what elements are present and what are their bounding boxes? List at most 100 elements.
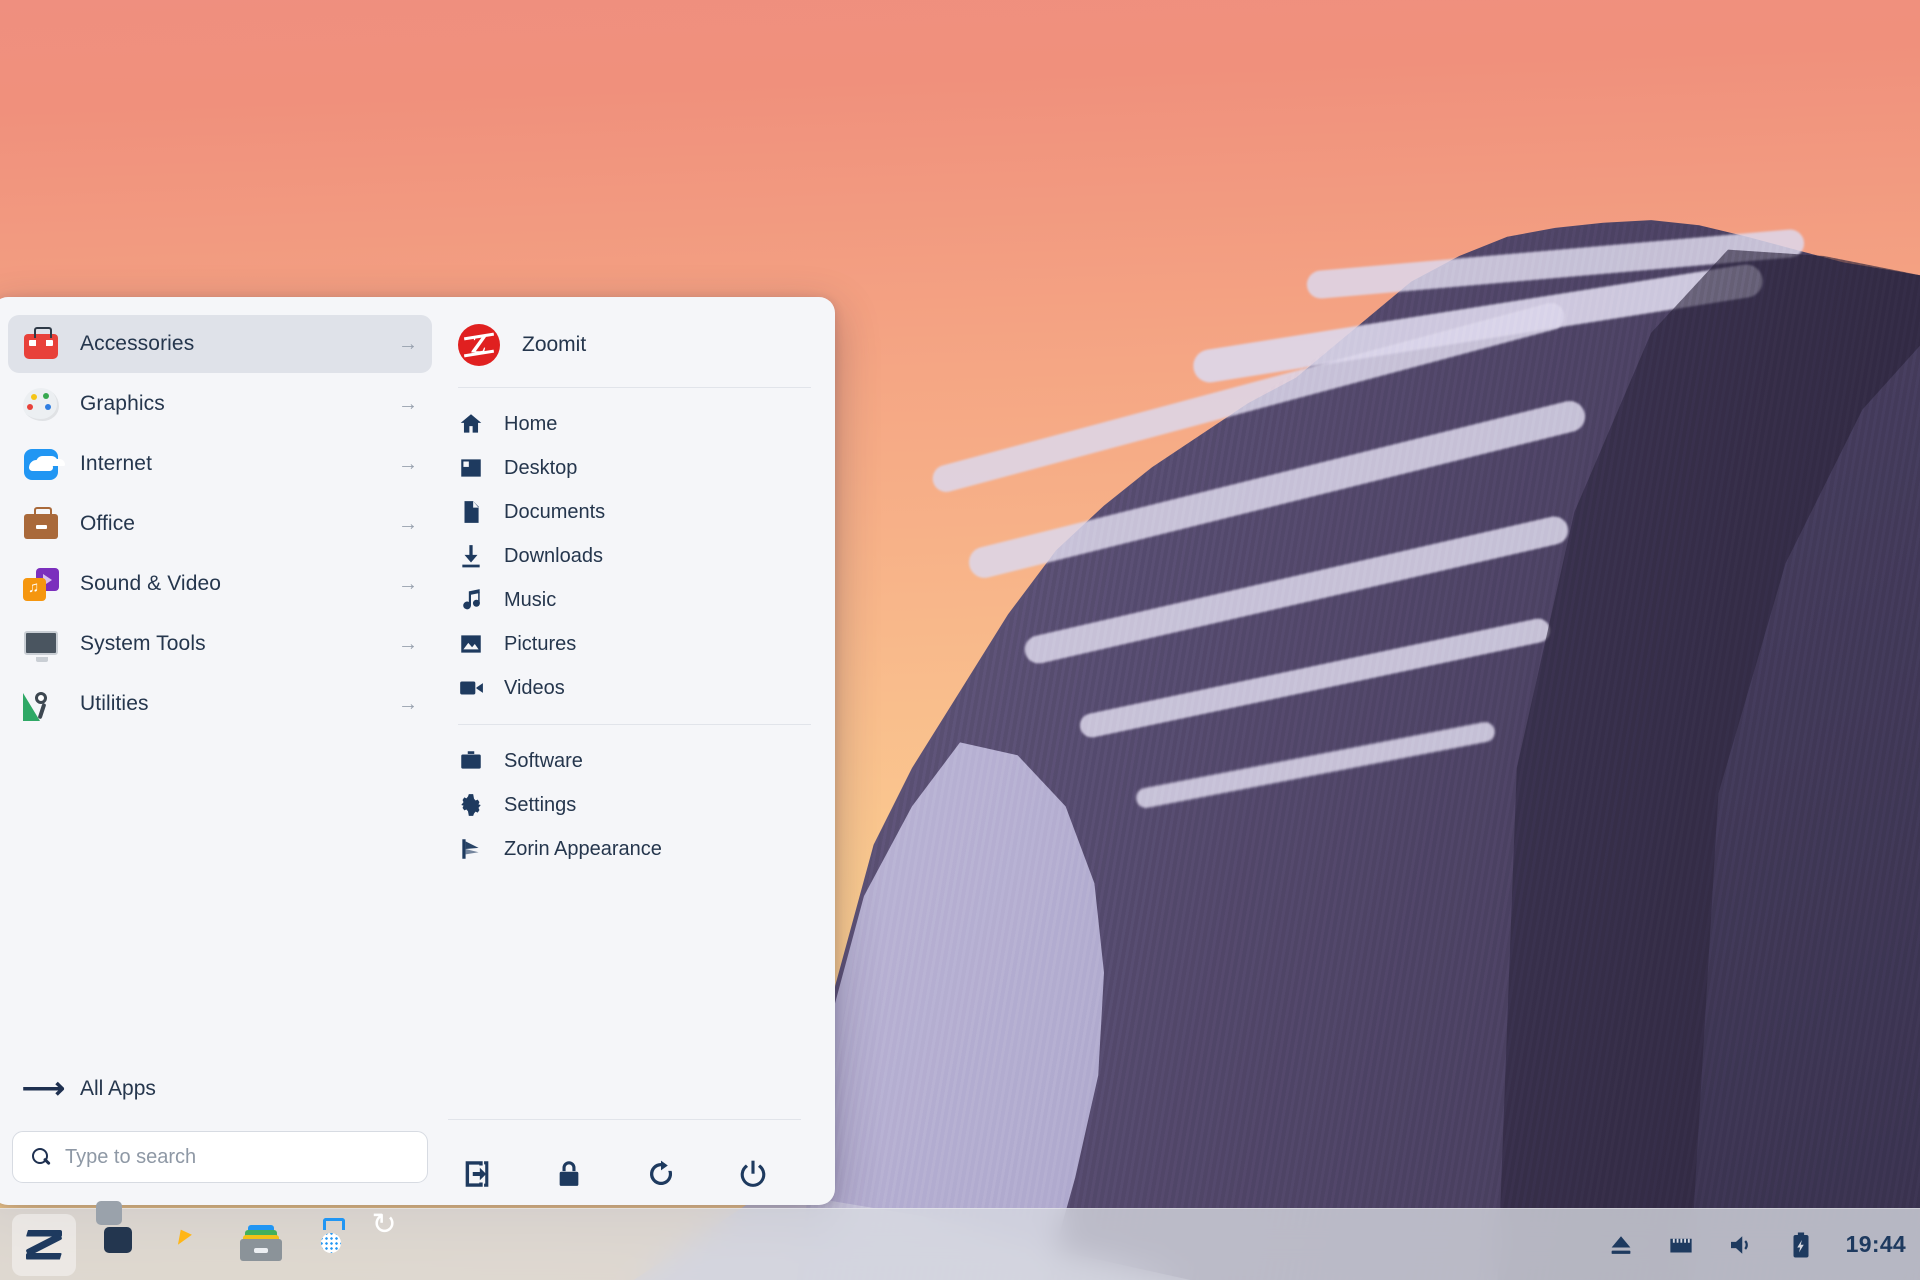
place-label: Home xyxy=(504,412,558,435)
documents-icon xyxy=(458,499,484,525)
app-item-zoomit[interactable]: Z Zoomit xyxy=(448,317,811,373)
place-label: Music xyxy=(504,588,557,611)
arrow-right-icon: ⟶ xyxy=(22,1072,66,1105)
place-item-downloads[interactable]: Downloads xyxy=(448,534,811,578)
chevron-right-icon: → xyxy=(398,633,418,655)
system-item-settings[interactable]: Settings xyxy=(448,783,811,827)
software-updater-button[interactable] xyxy=(372,1214,436,1276)
chevron-right-icon: → xyxy=(398,513,418,535)
chevron-right-icon: → xyxy=(398,453,418,475)
clock[interactable]: 19:44 xyxy=(1846,1231,1906,1258)
briefcase-icon xyxy=(458,748,484,774)
search-icon xyxy=(31,1147,51,1167)
application-menu[interactable]: Accessories → Graphics → Internet → Offi… xyxy=(0,297,835,1205)
category-label: System Tools xyxy=(80,632,206,655)
category-item-internet[interactable]: Internet → xyxy=(8,435,432,493)
battery-charging-icon[interactable] xyxy=(1786,1230,1816,1260)
place-label: Pictures xyxy=(504,632,577,655)
desktop[interactable]: Accessories → Graphics → Internet → Offi… xyxy=(0,0,1920,1280)
eject-icon[interactable] xyxy=(1606,1230,1636,1260)
taskbar-launchers xyxy=(12,1200,436,1276)
zoomit-icon: Z xyxy=(458,324,500,366)
file-manager-icon xyxy=(240,1224,282,1265)
workspace-switcher-button[interactable] xyxy=(84,1200,148,1276)
gear-icon xyxy=(458,792,484,818)
place-item-documents[interactable]: Documents xyxy=(448,490,811,534)
category-item-graphics[interactable]: Graphics → xyxy=(8,375,432,433)
files-button[interactable] xyxy=(228,1214,292,1276)
zoomit-logo-letter: Z xyxy=(471,331,487,359)
menu-left-column: Accessories → Graphics → Internet → Offi… xyxy=(0,297,448,1205)
system-item-zorin-appearance[interactable]: Zorin Appearance xyxy=(448,827,811,871)
download-icon xyxy=(458,543,484,569)
volume-icon[interactable] xyxy=(1726,1230,1756,1260)
place-label: Videos xyxy=(504,676,565,699)
utilities-icon xyxy=(22,685,60,723)
logout-icon[interactable] xyxy=(460,1157,494,1191)
taskbar[interactable]: 19:44 xyxy=(0,1200,1920,1280)
ethernet-icon[interactable] xyxy=(1666,1230,1696,1260)
zorin-logo-icon xyxy=(24,1225,64,1265)
place-item-pictures[interactable]: Pictures xyxy=(448,622,811,666)
system-item-label: Zorin Appearance xyxy=(504,837,662,860)
monitor-icon xyxy=(22,625,60,663)
place-label: Downloads xyxy=(504,544,603,567)
briefcase-icon xyxy=(22,505,60,543)
place-item-videos[interactable]: Videos xyxy=(448,666,811,710)
divider xyxy=(458,724,811,725)
restart-icon[interactable] xyxy=(644,1157,678,1191)
home-icon xyxy=(458,411,484,437)
place-item-desktop[interactable]: Desktop xyxy=(448,446,811,490)
place-label: Desktop xyxy=(504,456,578,479)
category-item-accessories[interactable]: Accessories → xyxy=(8,315,432,373)
category-label: Internet xyxy=(80,452,153,475)
category-label: Graphics xyxy=(80,392,165,415)
all-apps-button[interactable]: ⟶ All Apps xyxy=(8,1061,432,1117)
menu-right-column: Z Zoomit Home Desktop Documents Download… xyxy=(448,297,835,1205)
category-item-utilities[interactable]: Utilities → xyxy=(8,675,432,733)
cloud-icon xyxy=(22,445,60,483)
software-store-icon xyxy=(312,1225,352,1265)
place-item-music[interactable]: Music xyxy=(448,578,811,622)
all-apps-label: All Apps xyxy=(80,1077,156,1100)
system-item-label: Settings xyxy=(504,793,577,816)
category-item-system-tools[interactable]: System Tools → xyxy=(8,615,432,673)
chevron-right-icon: → xyxy=(398,333,418,355)
lock-icon[interactable] xyxy=(552,1157,586,1191)
category-label: Office xyxy=(80,512,136,535)
software-store-button[interactable] xyxy=(300,1214,364,1276)
chevron-right-icon: → xyxy=(398,693,418,715)
category-label: Accessories xyxy=(80,332,195,355)
system-items-list: Software Settings Zorin Appearance xyxy=(448,739,811,871)
desktop-icon xyxy=(458,455,484,481)
chevron-right-icon: → xyxy=(398,393,418,415)
category-label: Sound & Video xyxy=(80,572,222,595)
category-list: Accessories → Graphics → Internet → Offi… xyxy=(8,315,432,733)
power-icon[interactable] xyxy=(736,1157,770,1191)
software-updater-icon xyxy=(384,1225,424,1265)
music-note-icon xyxy=(458,587,484,613)
firefox-button[interactable] xyxy=(156,1214,220,1276)
search-input[interactable] xyxy=(65,1145,409,1169)
app-label: Zoomit xyxy=(522,333,587,356)
toolbox-icon xyxy=(22,325,60,363)
video-camera-icon xyxy=(458,675,484,701)
system-item-software[interactable]: Software xyxy=(448,739,811,783)
workspace-switcher-icon xyxy=(96,1200,136,1265)
category-label: Utilities xyxy=(80,692,149,715)
palette-icon xyxy=(22,385,60,423)
search-box[interactable] xyxy=(12,1131,428,1183)
session-actions xyxy=(448,1119,801,1205)
zorin-menu-button[interactable] xyxy=(12,1213,76,1276)
chevron-right-icon: → xyxy=(398,573,418,595)
picture-icon xyxy=(458,631,484,657)
place-item-home[interactable]: Home xyxy=(448,402,811,446)
system-tray: 19:44 xyxy=(1606,1230,1908,1260)
divider xyxy=(458,387,811,388)
category-item-sound-and-video[interactable]: Sound & Video → xyxy=(8,555,432,613)
firefox-icon xyxy=(168,1225,208,1265)
system-item-label: Software xyxy=(504,749,583,772)
zorin-appearance-icon xyxy=(458,836,484,862)
media-icon xyxy=(22,565,60,603)
category-item-office[interactable]: Office → xyxy=(8,495,432,553)
